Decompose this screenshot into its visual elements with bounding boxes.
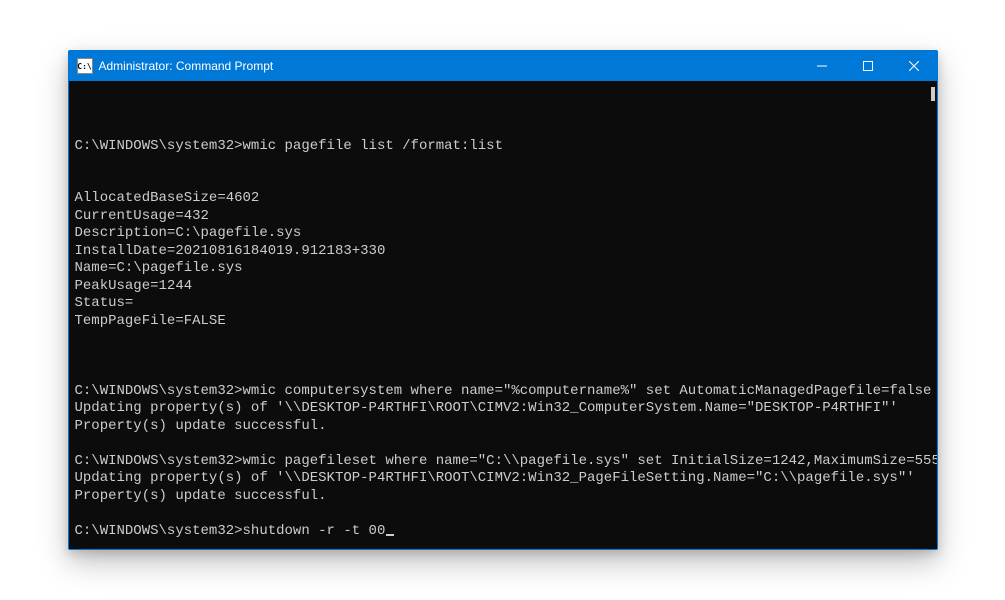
close-button[interactable] (891, 51, 937, 81)
terminal-line (75, 365, 931, 383)
close-icon (909, 61, 919, 71)
terminal-line (75, 173, 931, 191)
terminal-line: AllocatedBaseSize=4602 (75, 190, 931, 208)
text-cursor (386, 534, 394, 536)
terminal-line: Updating property(s) of '\\DESKTOP-P4RTH… (75, 400, 931, 418)
maximize-button[interactable] (845, 51, 891, 81)
minimize-icon (817, 61, 827, 71)
minimize-button[interactable] (799, 51, 845, 81)
terminal-line: Name=C:\pagefile.sys (75, 260, 931, 278)
terminal-line: InstallDate=20210816184019.912183+330 (75, 243, 931, 261)
terminal-line (75, 348, 931, 366)
terminal-output[interactable]: C:\WINDOWS\system32>wmic pagefile list /… (69, 81, 937, 549)
terminal-line: Updating property(s) of '\\DESKTOP-P4RTH… (75, 470, 931, 488)
terminal-line: C:\WINDOWS\system32>shutdown -r -t 00 (75, 523, 931, 541)
terminal-line (75, 435, 931, 453)
titlebar[interactable]: C:\ Administrator: Command Prompt (69, 51, 937, 81)
window-controls (799, 51, 937, 81)
terminal-line: Description=C:\pagefile.sys (75, 225, 931, 243)
terminal-line (75, 505, 931, 523)
terminal-line: TempPageFile=FALSE (75, 313, 931, 331)
terminal-line: Property(s) update successful. (75, 488, 931, 506)
maximize-icon (863, 61, 873, 71)
app-icon: C:\ (77, 58, 93, 74)
terminal-line: C:\WINDOWS\system32>wmic pagefile list /… (75, 138, 931, 156)
terminal-line: PeakUsage=1244 (75, 278, 931, 296)
window-title: Administrator: Command Prompt (99, 59, 799, 73)
terminal-line: Status= (75, 295, 931, 313)
terminal-line (75, 330, 931, 348)
scrollbar-thumb[interactable] (931, 87, 935, 101)
terminal-line (75, 155, 931, 173)
terminal-line: C:\WINDOWS\system32>wmic pagefileset whe… (75, 453, 931, 471)
terminal-line: CurrentUsage=432 (75, 208, 931, 226)
terminal-line: Property(s) update successful. (75, 418, 931, 436)
command-prompt-window: C:\ Administrator: Command Prompt C:\WIN… (68, 50, 938, 550)
terminal-line: C:\WINDOWS\system32>wmic computersystem … (75, 383, 931, 401)
